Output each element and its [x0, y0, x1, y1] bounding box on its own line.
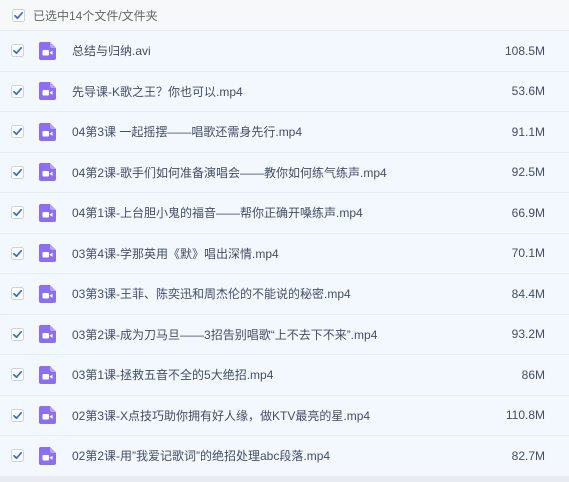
- select-all-checkbox[interactable]: [12, 8, 25, 22]
- file-row[interactable]: 03第1课-拯救五音不全的5大绝招.mp4 86M: [0, 355, 569, 396]
- video-file-icon: [39, 41, 56, 60]
- file-size: 86M: [521, 367, 545, 382]
- file-size: 110.8M: [505, 408, 545, 423]
- file-checkbox[interactable]: [11, 206, 24, 220]
- file-checkbox[interactable]: [11, 327, 24, 341]
- file-checkbox[interactable]: [11, 408, 24, 422]
- file-size: 70.1M: [511, 246, 545, 261]
- file-name[interactable]: 04第2课-歌手们如何准备演唱会——教你如何练气练声.mp4: [72, 164, 442, 181]
- video-file-icon: [39, 163, 56, 182]
- file-checkbox[interactable]: [11, 449, 24, 463]
- list-bottom-border: [0, 476, 569, 482]
- file-row[interactable]: 03第3课-王菲、陈奕迅和周杰伦的不能说的秘密.mp4 84.4M: [0, 274, 569, 315]
- file-row[interactable]: 02第3课-X点技巧助你拥有好人缘，做KTV最亮的星.mp4 110.8M: [0, 395, 569, 436]
- file-size: 108.5M: [504, 43, 545, 58]
- file-name[interactable]: 总结与归纳.avi: [72, 42, 442, 59]
- file-row[interactable]: 04第2课-歌手们如何准备演唱会——教你如何练气练声.mp4 92.5M: [0, 152, 569, 193]
- file-size: 53.6M: [511, 84, 545, 99]
- file-row[interactable]: 04第1课-上台胆小鬼的福音——帮你正确开嗓练声.mp4 66.9M: [0, 193, 569, 234]
- file-row[interactable]: 03第4课-学那英用《默》唱出深情.mp4 70.1M: [0, 233, 569, 274]
- file-checkbox[interactable]: [11, 84, 24, 98]
- file-row[interactable]: 04第3课 一起摇摆——唱歌还需身先行.mp4 91.1M: [0, 112, 569, 153]
- file-checkbox[interactable]: [11, 368, 24, 382]
- file-name[interactable]: 03第3课-王菲、陈奕迅和周杰伦的不能说的秘密.mp4: [72, 285, 442, 302]
- file-row[interactable]: 03第2课-成为刀马旦——3招告别唱歌“上不去下不来”.mp4 93.2M: [0, 314, 569, 355]
- file-row[interactable]: 02第2课-用”我爱记歌词”的绝招处理abc段落.mp4 82.7M: [0, 436, 569, 477]
- selection-count-label: 已选中14个文件/文件夹: [33, 8, 158, 23]
- file-name[interactable]: 02第3课-X点技巧助你拥有好人缘，做KTV最亮的星.mp4: [72, 407, 442, 424]
- video-file-icon: [39, 406, 56, 425]
- file-name[interactable]: 04第1课-上台胆小鬼的福音——帮你正确开嗓练声.mp4: [72, 204, 442, 221]
- video-file-icon: [39, 122, 56, 141]
- file-checkbox[interactable]: [11, 165, 24, 179]
- file-checkbox[interactable]: [11, 125, 24, 139]
- file-name[interactable]: 04第3课 一起摇摆——唱歌还需身先行.mp4: [72, 123, 442, 140]
- video-file-icon: [39, 446, 56, 465]
- video-file-icon: [39, 244, 56, 263]
- file-row[interactable]: 先导课-K歌之王？你也可以.mp4 53.6M: [0, 71, 569, 112]
- file-size: 84.4M: [511, 286, 545, 301]
- file-row[interactable]: 总结与归纳.avi 108.5M: [0, 31, 569, 72]
- video-file-icon: [39, 365, 56, 384]
- file-list: 总结与归纳.avi 108.5M 先导课-K歌之王？你也可以.mp4 53.6M 04第…: [0, 31, 569, 477]
- file-size: 82.7M: [511, 448, 545, 463]
- file-name[interactable]: 03第2课-成为刀马旦——3招告别唱歌“上不去下不来”.mp4: [72, 326, 442, 343]
- file-size: 92.5M: [511, 165, 545, 180]
- video-file-icon: [39, 203, 56, 222]
- video-file-icon: [39, 325, 56, 344]
- file-size: 91.1M: [511, 124, 545, 139]
- video-file-icon: [39, 82, 56, 101]
- file-checkbox[interactable]: [11, 287, 24, 301]
- file-name[interactable]: 03第1课-拯救五音不全的5大绝招.mp4: [72, 366, 442, 383]
- file-checkbox[interactable]: [11, 44, 24, 58]
- file-name[interactable]: 02第2课-用”我爱记歌词”的绝招处理abc段落.mp4: [72, 447, 442, 464]
- file-size: 93.2M: [511, 327, 545, 342]
- selection-header: 已选中14个文件/文件夹: [0, 0, 569, 31]
- video-file-icon: [39, 284, 56, 303]
- file-name[interactable]: 先导课-K歌之王？你也可以.mp4: [72, 83, 442, 100]
- file-checkbox[interactable]: [11, 246, 24, 260]
- file-size: 66.9M: [511, 205, 545, 220]
- file-name[interactable]: 03第4课-学那英用《默》唱出深情.mp4: [72, 245, 442, 262]
